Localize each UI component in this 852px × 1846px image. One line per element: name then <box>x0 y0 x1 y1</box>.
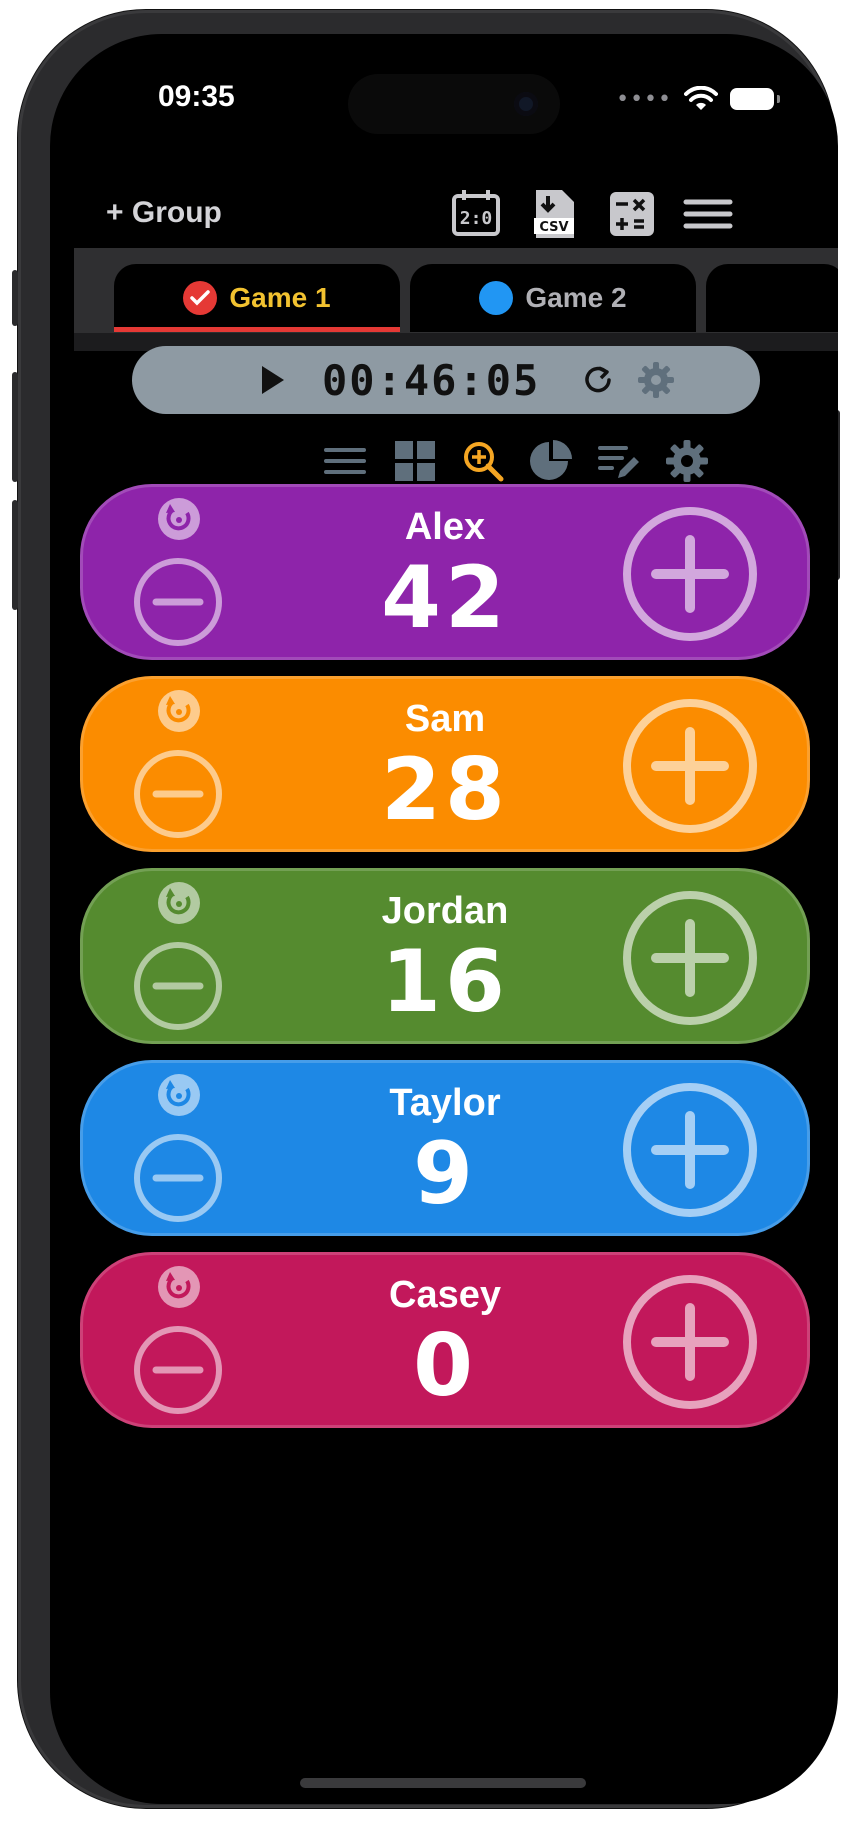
volume-up-button <box>12 372 18 482</box>
battery-icon <box>730 88 780 110</box>
csv-icon-text: CSV <box>539 220 568 235</box>
game-timer: 00:46:05 <box>132 346 760 414</box>
timer-display: 00:46:05 <box>322 356 541 405</box>
zoom-icon[interactable] <box>460 438 506 484</box>
increment-button[interactable] <box>620 696 760 836</box>
screen: 09:35 •••• + Group 2:0 CSV Game 1 Game 2… <box>50 34 838 1804</box>
increment-button[interactable] <box>620 1080 760 1220</box>
dynamic-island <box>348 74 560 134</box>
tab-partial[interactable] <box>706 264 838 332</box>
pie-chart-icon[interactable] <box>528 438 574 484</box>
scoreboard-icon-text: 2:0 <box>460 208 493 229</box>
tab-game-1[interactable]: Game 1 <box>114 264 400 332</box>
camera-icon <box>514 92 538 116</box>
edit-list-icon[interactable] <box>596 438 642 484</box>
checkmark-icon <box>183 281 218 315</box>
increment-button[interactable] <box>620 888 760 1028</box>
dot-icon <box>479 281 514 315</box>
tab-label: Game 1 <box>229 282 331 313</box>
decrement-button[interactable] <box>132 748 224 840</box>
play-icon[interactable] <box>262 366 284 394</box>
decrement-button[interactable] <box>132 1132 224 1224</box>
player-card: Sam 28 <box>80 676 810 852</box>
top-toolbar: + Group 2:0 CSV <box>50 174 838 254</box>
increment-button[interactable] <box>620 504 760 644</box>
menu-icon[interactable] <box>680 186 736 242</box>
decrement-button[interactable] <box>132 1324 224 1416</box>
status-time: 09:35 <box>158 80 235 113</box>
list-view-icon[interactable] <box>322 438 368 484</box>
settings-gear-icon[interactable] <box>664 438 710 484</box>
add-group-button[interactable]: + Group <box>106 196 222 230</box>
phone-frame: 09:35 •••• + Group 2:0 CSV Game 1 Game 2… <box>12 10 840 1808</box>
signal-icon: •••• <box>616 86 672 112</box>
increment-button[interactable] <box>620 1272 760 1412</box>
scoreboard-icon[interactable]: 2:0 <box>448 186 504 242</box>
timer-settings-icon[interactable] <box>636 360 676 400</box>
status-icons: •••• <box>616 86 780 112</box>
view-toolbar <box>50 432 838 492</box>
home-indicator[interactable] <box>300 1778 586 1788</box>
active-tab-indicator <box>114 327 400 332</box>
grid-view-icon[interactable] <box>392 438 438 484</box>
wifi-icon <box>684 86 718 110</box>
reset-timer-icon[interactable] <box>580 362 616 398</box>
volume-down-button <box>12 500 18 610</box>
game-tabs: Game 1 Game 2 <box>74 248 838 334</box>
player-card: Alex 42 <box>80 484 810 660</box>
calculator-icon[interactable] <box>604 186 660 242</box>
player-card: Taylor 9 <box>80 1060 810 1236</box>
player-card: Casey 0 <box>80 1252 810 1428</box>
mute-switch <box>12 270 18 326</box>
tab-game-2[interactable]: Game 2 <box>410 264 696 332</box>
decrement-button[interactable] <box>132 940 224 1032</box>
player-card: Jordan 16 <box>80 868 810 1044</box>
decrement-button[interactable] <box>132 556 224 648</box>
csv-export-icon[interactable]: CSV <box>526 186 582 242</box>
tab-label: Game 2 <box>525 282 627 313</box>
